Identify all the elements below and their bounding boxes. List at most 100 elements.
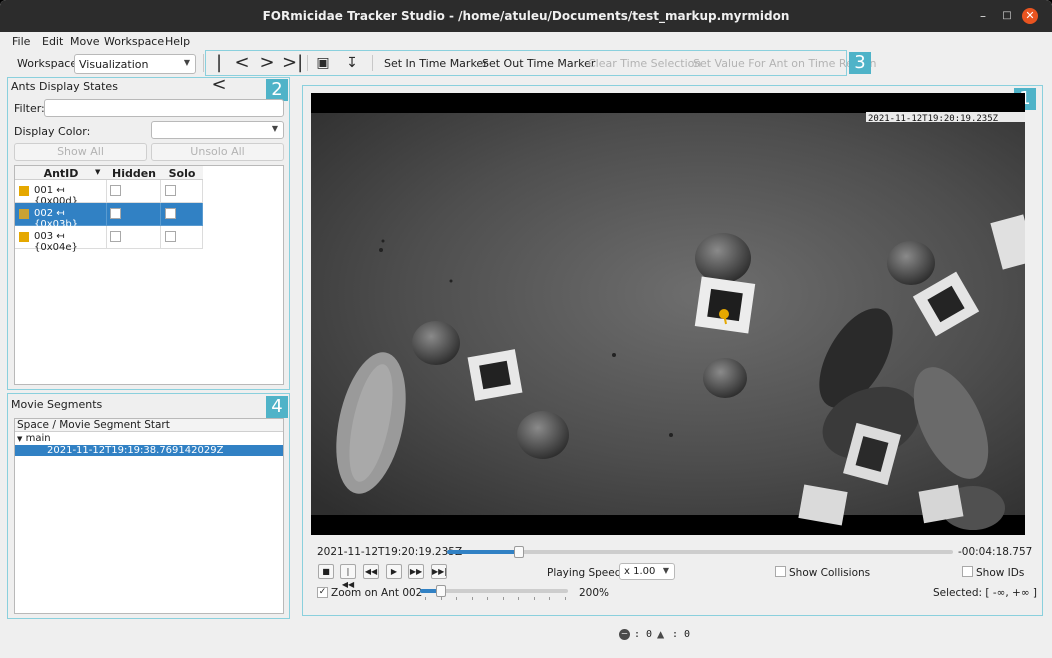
- current-time-label: 2021-11-12T19:20:19.235Z: [317, 546, 463, 558]
- ant-color-swatch: [19, 209, 29, 219]
- jump-start-icon[interactable]: |<: [210, 52, 228, 95]
- filter-input[interactable]: [44, 99, 284, 117]
- remaining-time-label: -00:04:18.757: [958, 546, 1033, 558]
- antid-cell: 002 ↤ {0x03b}: [15, 203, 107, 230]
- show-ids-checkbox[interactable]: [962, 566, 973, 577]
- warning-count: : 0: [672, 629, 691, 640]
- menu-help[interactable]: Help: [165, 35, 190, 48]
- solo-checkbox[interactable]: [165, 231, 176, 242]
- badge-4: 4: [266, 396, 288, 418]
- badge-2: 2: [266, 79, 288, 101]
- ants-table: AntID ▼ Hidden Solo 001 ↤ {0x00d} 002 ↤ …: [14, 165, 284, 385]
- table-row[interactable]: 001 ↤ {0x00d}: [15, 180, 203, 207]
- zoom-tick: [425, 597, 426, 600]
- toolbar-separator: [203, 54, 204, 72]
- skip-forward-icon[interactable]: ▶▶|: [431, 564, 447, 579]
- zoom-tick: [533, 597, 535, 600]
- zoom-tick: [456, 597, 457, 600]
- toolbar-separator: [307, 55, 308, 71]
- ant-color-swatch: [19, 232, 29, 242]
- menu-workspace[interactable]: Workspace: [104, 35, 164, 48]
- zoom-tick: [549, 597, 550, 600]
- workspace-select[interactable]: Visualization ▼: [74, 54, 196, 74]
- error-icon: –: [619, 629, 630, 640]
- antid-cell: 003 ↤ {0x04e}: [15, 226, 107, 253]
- minimize-icon[interactable]: –: [975, 8, 991, 24]
- video-frame[interactable]: 2021-11-12T19:20:19.235Z: [311, 93, 1025, 535]
- table-row[interactable]: 003 ↤ {0x04e}: [15, 226, 203, 253]
- fast-forward-icon[interactable]: ▶▶: [408, 564, 424, 579]
- solo-checkbox[interactable]: [165, 185, 176, 196]
- zoom-ant-checkbox[interactable]: ✓: [317, 587, 328, 598]
- zoom-tick: [487, 597, 488, 600]
- timeline-handle[interactable]: [514, 546, 525, 558]
- menu-edit[interactable]: Edit: [42, 35, 63, 48]
- playing-speed-label: Playing Speed:: [547, 567, 625, 579]
- zoom-tick: [518, 597, 519, 600]
- menu-move[interactable]: Move: [70, 35, 100, 48]
- rewind-icon[interactable]: ◀◀: [363, 564, 379, 579]
- ant-label: 003 ↤ {0x04e}: [34, 231, 78, 253]
- warning-icon: ▲: [657, 627, 665, 641]
- show-collisions-label: Show Collisions: [789, 567, 871, 579]
- playing-speed-select[interactable]: x 1.00 ▼: [619, 563, 675, 580]
- zoom-tick: [471, 597, 473, 600]
- tracking-video-image: 2021-11-12T19:20:19.235Z: [311, 93, 1025, 535]
- tree-child-segment[interactable]: 2021-11-12T19:19:38.769142029Z: [15, 445, 283, 456]
- solo-cell: [161, 203, 203, 226]
- hidden-checkbox[interactable]: [110, 231, 121, 242]
- table-row[interactable]: 002 ↤ {0x03b}: [15, 203, 203, 230]
- zoom-tick: [502, 597, 504, 600]
- menu-bar: File Edit Move Workspace Help: [0, 32, 1052, 49]
- show-all-button[interactable]: Show All: [14, 143, 147, 161]
- clear-time-selection-button[interactable]: Clear Time Selection: [588, 57, 701, 70]
- show-ids-label: Show IDs: [976, 567, 1025, 579]
- menu-file[interactable]: File: [12, 35, 30, 48]
- solo-cell: [161, 180, 203, 203]
- solo-checkbox[interactable]: [165, 208, 176, 219]
- hidden-checkbox[interactable]: [110, 185, 121, 196]
- column-antid[interactable]: AntID: [15, 167, 107, 180]
- hidden-cell: [107, 226, 161, 249]
- maximize-icon[interactable]: □: [999, 8, 1015, 24]
- step-forward-icon[interactable]: >: [259, 52, 275, 74]
- movie-segments-tree: Space / Movie Segment Start ▼ main 2021-…: [14, 418, 284, 614]
- hidden-checkbox[interactable]: [110, 208, 121, 219]
- ant-color-swatch: [19, 186, 29, 196]
- unsolo-all-button[interactable]: Unsolo All: [151, 143, 284, 161]
- zoom-handle[interactable]: [435, 585, 446, 597]
- window-title: FORmicidae Tracker Studio - /home/atuleu…: [262, 9, 790, 23]
- stop-icon[interactable]: ■: [318, 564, 334, 579]
- antid-cell: 001 ↤ {0x00d}: [15, 180, 107, 207]
- set-in-time-marker-button[interactable]: Set In Time Marker: [384, 57, 488, 70]
- step-back-icon[interactable]: <: [234, 52, 250, 74]
- column-hidden[interactable]: Hidden: [107, 167, 161, 180]
- column-solo[interactable]: Solo: [161, 167, 203, 180]
- skip-back-icon[interactable]: |◀◀: [340, 564, 356, 589]
- chevron-down-icon: ▼: [662, 566, 669, 575]
- set-out-time-marker-button[interactable]: Set Out Time Marker: [482, 57, 595, 70]
- toolbar-separator: [372, 55, 373, 71]
- sort-down-icon: ▼: [95, 168, 101, 176]
- jump-to-time-icon[interactable]: ↧: [344, 52, 360, 74]
- chevron-down-icon: ▼: [183, 58, 190, 67]
- tree-node-main[interactable]: ▼ main: [17, 433, 51, 444]
- close-icon[interactable]: ✕: [1022, 8, 1038, 24]
- play-icon[interactable]: ▶: [386, 564, 402, 579]
- zoom-tick: [564, 597, 566, 600]
- display-color-label: Display Color:: [14, 125, 91, 138]
- badge-3: 3: [849, 52, 871, 74]
- error-count: : 0: [634, 629, 653, 640]
- hidden-cell: [107, 203, 161, 226]
- show-collisions-checkbox[interactable]: [775, 566, 786, 577]
- copy-time-icon[interactable]: ▣: [314, 52, 332, 74]
- workspace-label: Workspace:: [17, 57, 81, 70]
- zoom-tick: [440, 597, 442, 600]
- zoom-value-label: 200%: [579, 587, 610, 599]
- expand-arrow-icon[interactable]: ▼: [17, 435, 22, 443]
- jump-end-icon[interactable]: >|: [282, 52, 303, 74]
- filter-label: Filter:: [14, 102, 45, 115]
- display-color-select[interactable]: ▼: [151, 121, 284, 139]
- zoom-ant-label: Zoom on Ant 002: [331, 587, 423, 599]
- hidden-cell: [107, 180, 161, 203]
